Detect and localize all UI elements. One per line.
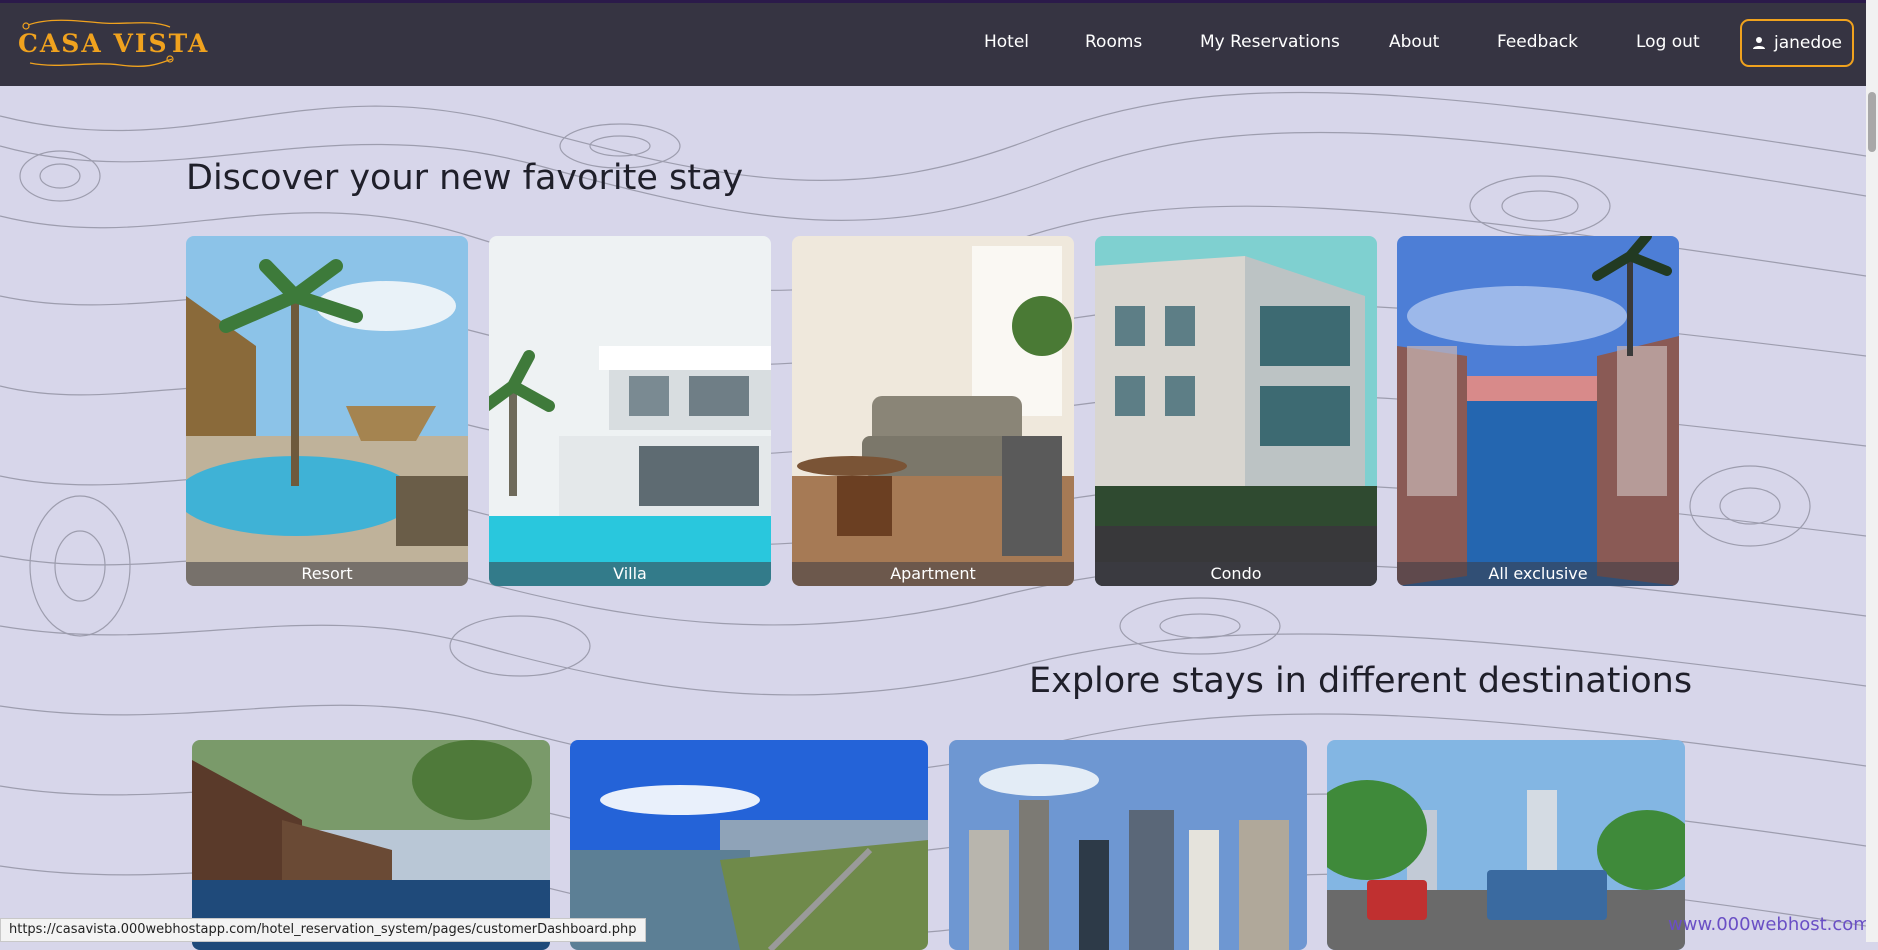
brand-logo[interactable]: CASA VISTA: [10, 17, 207, 69]
vertical-scrollbar[interactable]: [1866, 0, 1878, 942]
user-icon: [1752, 37, 1765, 49]
card-label-resort: Resort: [186, 562, 468, 586]
category-card-resort[interactable]: Resort: [186, 236, 468, 586]
nav-feedback[interactable]: Feedback: [1497, 32, 1578, 52]
destination-card-4[interactable]: [1327, 740, 1685, 950]
nav-about[interactable]: About: [1389, 32, 1439, 52]
user-profile-button[interactable]: janedoe: [1740, 19, 1854, 67]
card-label-condo: Condo: [1095, 562, 1377, 586]
top-border: [0, 0, 1878, 3]
destination-card-3[interactable]: [949, 740, 1307, 950]
discover-heading: Discover your new favorite stay: [186, 158, 744, 198]
category-card-villa[interactable]: Villa: [489, 236, 771, 586]
category-card-all-exclusive[interactable]: All exclusive: [1397, 236, 1679, 586]
host-watermark[interactable]: www.000webhost.com: [1668, 914, 1871, 935]
scrollbar-thumb[interactable]: [1868, 92, 1876, 152]
category-card-condo[interactable]: Condo: [1095, 236, 1377, 586]
nav-rooms[interactable]: Rooms: [1085, 32, 1142, 52]
apartment-image: [792, 236, 1074, 586]
brand-name: CASA VISTA: [18, 29, 210, 58]
category-card-apartment[interactable]: Apartment: [792, 236, 1074, 586]
nav-log-out[interactable]: Log out: [1636, 32, 1700, 52]
username: janedoe: [1773, 33, 1843, 53]
all-exclusive-image: [1397, 236, 1679, 586]
nav-hotel[interactable]: Hotel: [984, 32, 1029, 52]
condo-image: [1095, 236, 1377, 586]
status-bar-url: https://casavista.000webhostapp.com/hote…: [0, 918, 646, 942]
nav-my-reservations[interactable]: My Reservations: [1200, 32, 1340, 52]
card-label-all-exclusive: All exclusive: [1397, 562, 1679, 586]
destination-image-skyline: [949, 740, 1307, 950]
explore-heading: Explore stays in different destinations: [1029, 661, 1693, 701]
villa-image: [489, 236, 771, 586]
destination-image-jeepney-street: [1327, 740, 1685, 950]
resort-image: [186, 236, 468, 586]
card-label-villa: Villa: [489, 562, 771, 586]
card-label-apartment: Apartment: [792, 562, 1074, 586]
top-navbar: CASA VISTA Hotel Rooms My Reservations A…: [0, 3, 1866, 86]
